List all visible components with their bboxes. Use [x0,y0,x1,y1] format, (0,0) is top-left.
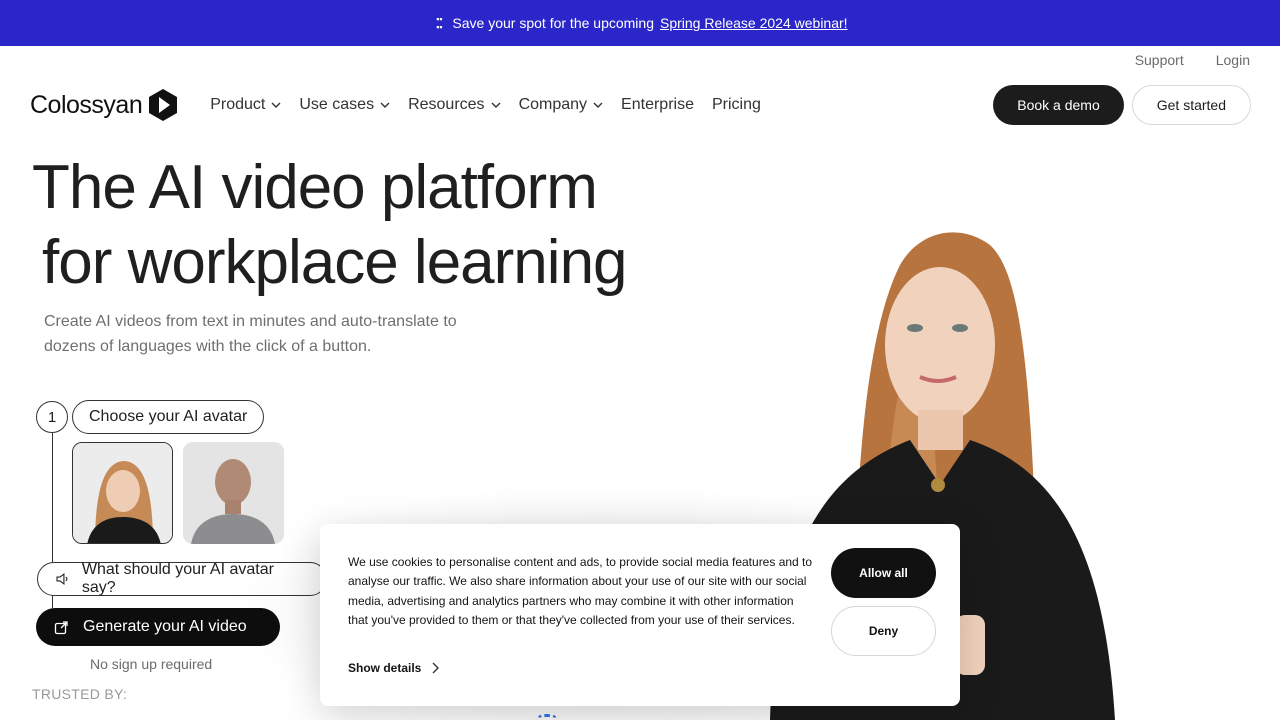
choose-avatar-label: Choose your AI avatar [72,400,265,434]
chevron-down-icon [271,102,281,108]
announcement-banner: ▪▪ ▪▪ Save your spot for the upcoming Spr… [0,0,1280,46]
nav-item-label: Product [210,96,266,113]
nav-item-label: Use cases [299,96,375,113]
avatar-option-man[interactable] [183,442,284,544]
nav-item-label: Resources [408,96,485,113]
cookie-text: We use cookies to personalise content an… [348,555,813,628]
no-signup-note: No sign up required [90,656,213,672]
trusted-by-label: TRUSTED BY: [32,686,128,702]
nav-item-label: Enterprise [621,96,694,113]
chevron-down-icon [593,102,603,108]
script-input-pill[interactable]: What should your AI avatar say? [37,561,327,596]
chevron-down-icon [380,102,390,108]
nav-item-product[interactable]: Product [210,96,281,114]
step-number: 1 [36,401,68,433]
nav-actions: Book a demo Get started [993,85,1251,125]
deny-button[interactable]: Deny [831,606,936,656]
nav-item-enterprise[interactable]: Enterprise [621,96,694,114]
hero-subtitle: Create AI videos from text in minutes an… [44,313,457,355]
logo-mark-icon [149,89,178,121]
utility-links: Support Login [1135,52,1250,68]
banner-text: Save your spot for the upcoming [452,15,654,31]
nav-item-use-cases[interactable]: Use cases [299,96,390,114]
show-details-label: Show details [348,661,422,675]
allow-all-button[interactable]: Allow all [831,548,936,598]
login-link[interactable]: Login [1216,52,1250,68]
get-started-button[interactable]: Get started [1131,85,1251,125]
nav-item-pricing[interactable]: Pricing [712,96,761,114]
chevron-down-icon [491,102,501,108]
avatar-option-woman[interactable] [72,442,173,544]
nav-item-label: Company [518,96,588,113]
nav-item-company[interactable]: Company [519,96,603,114]
main-nav: Colossyan Product Use cases Resources Co… [30,84,1251,126]
hero-title-line2: for workplace learning [42,228,628,297]
support-link[interactable]: Support [1135,52,1184,68]
book-demo-button[interactable]: Book a demo [993,85,1124,125]
loading-spinner-icon [536,714,558,720]
hero-title-line1: The AI video platform [32,153,598,222]
nav-item-label: Pricing [711,96,761,113]
cookie-consent-dialog: We use cookies to personalise content an… [320,524,960,706]
avatar-woman-image [73,443,172,543]
chevron-right-icon [432,662,440,674]
show-details-link[interactable]: Show details [348,661,440,675]
speaker-icon [56,572,68,586]
nav-item-resources[interactable]: Resources [408,96,501,114]
external-link-icon [54,620,68,634]
script-input-label: What should your AI avatar say? [81,561,274,596]
calendar-icon: ▪▪ ▪▪ [436,14,443,32]
logo-text: Colossyan [30,90,143,119]
nav-menu: Product Use cases Resources Company Ente… [210,96,761,114]
webinar-link[interactable]: Spring Release 2024 webinar! [660,15,848,31]
generate-video-label: Generate your AI video [83,618,247,635]
logo[interactable]: Colossyan [30,88,178,122]
hero-title: The AI video platform for workplace lear… [32,150,628,300]
generate-video-button[interactable]: Generate your AI video [36,608,280,646]
avatar-man-image [183,442,284,544]
